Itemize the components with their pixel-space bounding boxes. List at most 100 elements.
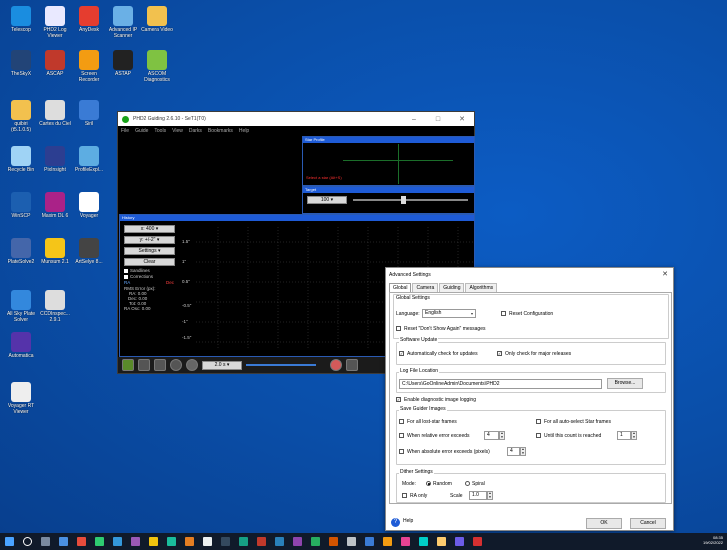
taskbar-app-9-icon[interactable] (202, 537, 212, 546)
desktop-shortcut[interactable]: TheSkyX (4, 48, 38, 92)
desktop-shortcut[interactable]: Camera Video (140, 4, 174, 48)
task-view-icon[interactable] (40, 537, 50, 546)
corrections-checkbox[interactable] (124, 275, 128, 279)
close-icon[interactable]: ✕ (450, 115, 474, 123)
advanced-settings-title-bar[interactable]: Advanced Settings ✕ (386, 268, 673, 281)
tab-camera[interactable]: Camera (412, 283, 439, 292)
desktop-shortcut[interactable]: PixInsight (38, 144, 72, 188)
desktop-shortcut[interactable]: CCDInspec... 2.9.1 (38, 288, 72, 332)
desktop-shortcut[interactable]: Voyager (72, 190, 106, 234)
reset-dont-show-checkbox[interactable] (396, 326, 401, 331)
ra-only-checkbox[interactable] (402, 493, 407, 498)
desktop-shortcut[interactable]: Recycle Bin (4, 144, 38, 188)
guide-output-icon[interactable] (346, 359, 358, 371)
camera-connect-icon[interactable] (122, 359, 134, 371)
relative-error-spinner[interactable]: ▲ ▼ (499, 431, 505, 440)
brain-settings-icon[interactable] (330, 359, 342, 371)
taskbar-app-22-icon[interactable] (436, 537, 446, 546)
relative-error-input[interactable]: 4 (484, 431, 499, 440)
loop-icon[interactable] (138, 359, 150, 371)
taskbar-app-11-icon[interactable] (238, 537, 248, 546)
taskbar-app-8-icon[interactable] (184, 537, 194, 546)
desktop-shortcut[interactable]: Siril (72, 98, 106, 142)
help-button[interactable]: Help (403, 517, 429, 528)
desktop-shortcut[interactable]: Voyager RT Viewer (4, 380, 38, 424)
history-x-scale-select[interactable]: x: 400 ▾ (124, 225, 175, 233)
menu-darks[interactable]: Darks (189, 128, 202, 134)
minimize-icon[interactable]: – (402, 116, 426, 123)
guide-icon[interactable] (170, 359, 182, 371)
desktop-shortcut[interactable]: quibiri (t5.1.0.5) (4, 98, 38, 142)
taskbar-app-5-icon[interactable] (130, 537, 140, 546)
lost-star-frames-checkbox[interactable] (399, 419, 404, 424)
history-settings-button[interactable]: Settings ▾ (124, 247, 175, 255)
ok-button[interactable]: OK (586, 518, 622, 529)
taskbar-app-15-icon[interactable] (310, 537, 320, 546)
auto-select-frames-checkbox[interactable] (536, 419, 541, 424)
auto-select-star-icon[interactable] (154, 359, 166, 371)
gamma-slider[interactable] (246, 364, 316, 366)
taskbar-app-19-icon[interactable] (382, 537, 392, 546)
dither-scale-input[interactable]: 1.0 (469, 491, 487, 500)
dialog-close-icon[interactable]: ✕ (662, 270, 668, 278)
taskbar-app-3-icon[interactable] (94, 537, 104, 546)
desktop-shortcut[interactable]: Telescop (4, 4, 38, 48)
menu-guide[interactable]: Guide (135, 128, 148, 134)
until-count-spinner[interactable]: ▲ ▼ (631, 431, 637, 440)
taskbar-app-24-icon[interactable] (472, 537, 482, 546)
desktop-shortcut[interactable]: PlateSolve2 (4, 236, 38, 280)
until-count-checkbox[interactable] (536, 433, 541, 438)
desktop-shortcut[interactable]: ASCAP (38, 48, 72, 92)
auto-check-updates-checkbox[interactable]: ✓ (399, 351, 404, 356)
guide-camera-view[interactable] (119, 136, 301, 214)
taskbar-app-2-icon[interactable] (76, 537, 86, 546)
desktop-shortcut[interactable]: AnyDesk (72, 4, 106, 48)
help-icon[interactable]: ? (391, 518, 400, 527)
taskbar-app-10-icon[interactable] (220, 537, 230, 546)
menu-tools[interactable]: Tools (154, 128, 166, 134)
sandlines-checkbox[interactable] (124, 269, 128, 273)
major-releases-checkbox[interactable]: ✓ (497, 351, 502, 356)
taskbar-app-13-icon[interactable] (274, 537, 284, 546)
dither-scale-spinner[interactable]: ▲ ▼ (487, 491, 493, 500)
desktop-shortcut[interactable]: Cartes du Ciel (38, 98, 72, 142)
taskbar-app-4-icon[interactable] (112, 537, 122, 546)
search-icon[interactable] (22, 537, 32, 546)
desktop-shortcut[interactable]: Munsum 2.1 (38, 236, 72, 280)
phd2-title-bar[interactable]: PHD2 Guiding 2.6.10 - SeT1(T0) – □ ✕ (118, 112, 474, 126)
exposure-select[interactable]: 2.0 s ▾ (202, 360, 242, 370)
tab-guiding[interactable]: Guiding (439, 283, 465, 292)
desktop-shortcut[interactable]: Maxim DL 6 (38, 190, 72, 234)
browse-button[interactable]: Browse... (607, 378, 643, 389)
until-count-input[interactable]: 1 (617, 431, 631, 440)
taskbar-app-16-icon[interactable] (328, 537, 338, 546)
history-y-scale-select[interactable]: y: +/-2" ▾ (124, 236, 175, 244)
language-select[interactable]: English ▾ (422, 309, 476, 318)
taskbar-app-12-icon[interactable] (256, 537, 266, 546)
desktop-shortcut[interactable]: Automatica (4, 330, 38, 374)
dither-spiral-radio[interactable] (465, 481, 470, 486)
target-scale-thumb[interactable] (401, 196, 406, 204)
desktop-shortcut[interactable]: All Sky Plate Solver (4, 288, 38, 332)
cancel-button[interactable]: Cancel (630, 518, 666, 529)
tab-global[interactable]: Global (389, 283, 412, 292)
taskbar-app-7-icon[interactable] (166, 537, 176, 546)
tab-algorithms[interactable]: Algorithms (465, 283, 498, 292)
desktop-shortcut[interactable]: Screen Recorder (72, 48, 106, 92)
start-icon[interactable] (4, 537, 14, 546)
absolute-error-input[interactable]: 4 (507, 447, 520, 456)
absolute-error-checkbox[interactable] (399, 449, 404, 454)
taskbar-app-17-icon[interactable] (346, 537, 356, 546)
relative-error-checkbox[interactable] (399, 433, 404, 438)
reset-config-checkbox[interactable] (501, 311, 506, 316)
taskbar-app-20-icon[interactable] (400, 537, 410, 546)
stop-icon[interactable] (186, 359, 198, 371)
taskbar-app-1-icon[interactable] (58, 537, 68, 546)
taskbar-app-23-icon[interactable] (454, 537, 464, 546)
desktop-shortcut[interactable]: ASCOM Diagnostics (140, 48, 174, 92)
dither-random-radio[interactable] (426, 481, 431, 486)
taskbar-app-21-icon[interactable] (418, 537, 428, 546)
menu-help[interactable]: Help (239, 128, 249, 134)
desktop-shortcut[interactable]: ArtSelye 8... (72, 236, 106, 280)
enable-diagnostic-logging-checkbox[interactable]: ✓ (396, 397, 401, 402)
